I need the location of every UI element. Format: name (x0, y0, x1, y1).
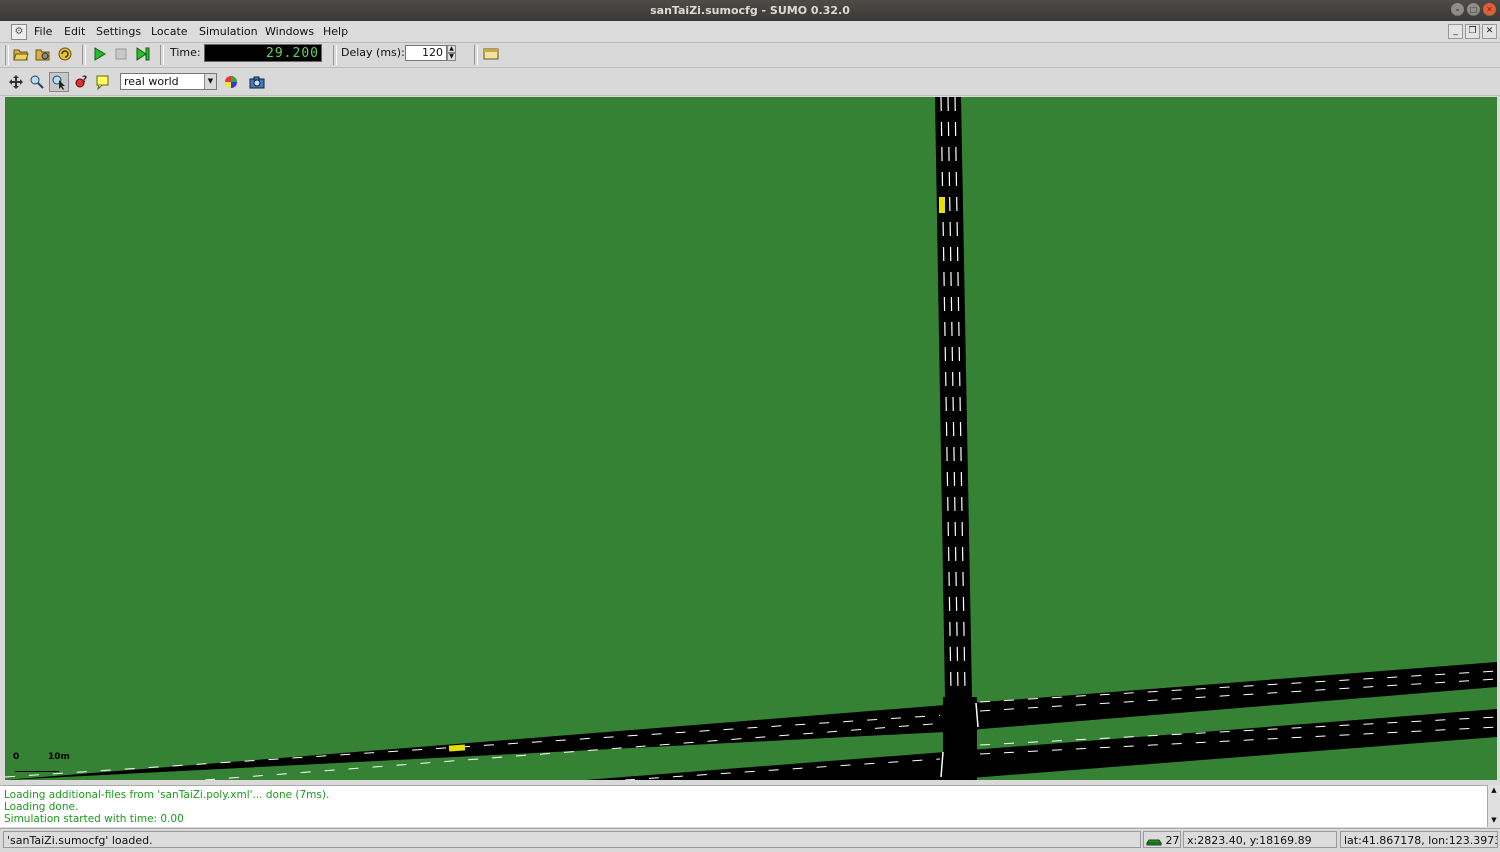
color-scheme-select[interactable]: real world ▼ (120, 73, 217, 90)
message-log: Loading additional-files from 'sanTaiZi.… (0, 785, 1488, 827)
spinner-down-icon[interactable]: ▼ (447, 53, 456, 61)
toolbar-separator (160, 45, 164, 65)
cursor-select-icon (52, 75, 65, 90)
run-button[interactable] (89, 44, 109, 64)
mdi-close-icon[interactable]: ✕ (1482, 24, 1497, 39)
vehicle-count-cell: 27 (1143, 831, 1181, 848)
toggle-tooltip-button[interactable] (93, 72, 113, 92)
car-icon (1146, 839, 1162, 846)
tooltip-icon (96, 75, 109, 90)
play-icon (94, 47, 106, 61)
simulation-canvas[interactable]: 0 10m (5, 97, 1497, 780)
mdi-restore-icon[interactable]: ❐ (1465, 24, 1480, 39)
delay-label: Delay (ms): (341, 46, 405, 59)
delay-input[interactable]: 120 (405, 45, 447, 61)
cursor-coordinates: x:2823.40, y:18169.89 (1183, 831, 1337, 848)
toolbar-separator (333, 45, 337, 65)
stop-icon (115, 48, 127, 60)
select-mode-button[interactable] (49, 72, 69, 92)
move-arrows-icon (9, 75, 23, 89)
spinner-up-icon[interactable]: ▲ (447, 45, 456, 53)
toolbar-separator (474, 45, 478, 65)
magnifier-icon (30, 75, 44, 89)
time-label: Time: (170, 46, 201, 59)
svg-text:?: ? (82, 75, 87, 85)
log-scrollbar[interactable]: ▲ ▼ (1487, 785, 1500, 827)
menu-bar: ⚙ File Edit Settings Locate Simulation W… (0, 21, 1500, 43)
cursor-geo-coordinates: lat:41.867178, lon:123.39734! (1340, 831, 1498, 848)
color-wheel-icon (225, 76, 237, 88)
log-line: Loading additional-files from 'sanTaiZi.… (4, 789, 330, 801)
time-display: 29.200 (204, 44, 322, 62)
close-window-icon[interactable]: ✕ (1483, 3, 1496, 16)
menu-help[interactable]: Help (323, 25, 348, 38)
road-network (5, 97, 1497, 780)
toolbar-separator (5, 45, 9, 65)
menu-edit[interactable]: Edit (64, 25, 85, 38)
view-toolbar: ? (0, 69, 1500, 96)
folder-open-icon (13, 49, 29, 61)
reload-icon (58, 47, 72, 61)
open-network-button[interactable] (33, 44, 53, 64)
vehicle[interactable] (448, 744, 466, 752)
scale-length-label: 10m (48, 752, 70, 762)
mdi-controls: _ ❐ ✕ (1448, 24, 1497, 39)
step-icon (136, 47, 150, 61)
window-title: sanTaiZi.sumocfg - SUMO 0.32.0 (650, 4, 850, 17)
locate-button[interactable]: ? (71, 72, 91, 92)
window-controls: – □ ✕ (1451, 3, 1496, 16)
open-simulation-button[interactable] (11, 44, 31, 64)
log-line: Simulation started with time: 0.00 (4, 813, 184, 825)
color-scheme-value: real world (124, 75, 179, 88)
scroll-up-icon[interactable]: ▲ (1488, 785, 1500, 795)
menu-simulation[interactable]: Simulation (199, 25, 258, 38)
stop-button[interactable] (111, 44, 131, 64)
toggle-delay-button[interactable] (481, 44, 501, 64)
edit-coloring-button[interactable] (221, 72, 241, 92)
vehicle[interactable] (939, 197, 945, 213)
recenter-view-button[interactable] (6, 72, 26, 92)
status-bar: 'sanTaiZi.sumocfg' loaded. 27 x:2823.40,… (0, 828, 1500, 852)
maximize-window-icon[interactable]: □ (1467, 3, 1480, 16)
menu-locate[interactable]: Locate (151, 25, 188, 38)
menu-file[interactable]: File (34, 25, 52, 38)
window-icon (483, 48, 499, 60)
delay-spinner[interactable]: ▲ ▼ (447, 45, 456, 61)
locate-icon: ? (75, 75, 87, 88)
reload-button[interactable] (55, 44, 75, 64)
menu-windows[interactable]: Windows (265, 25, 314, 38)
edit-viewport-button[interactable] (27, 72, 47, 92)
step-button[interactable] (133, 44, 153, 64)
toolbar-separator (82, 45, 86, 65)
log-line: Loading done. (4, 801, 79, 813)
mdi-minimize-icon[interactable]: _ (1448, 24, 1463, 39)
scroll-down-icon[interactable]: ▼ (1488, 815, 1500, 825)
vehicle-count: 27 (1165, 834, 1180, 847)
minimize-window-icon[interactable]: – (1451, 3, 1464, 16)
app-menu-icon[interactable]: ⚙ (11, 24, 27, 40)
menu-settings[interactable]: Settings (96, 25, 141, 38)
screenshot-button[interactable] (247, 72, 267, 92)
camera-icon (249, 76, 265, 89)
scale-bar (15, 771, 59, 772)
status-message: 'sanTaiZi.sumocfg' loaded. (3, 831, 1141, 848)
window-titlebar: sanTaiZi.sumocfg - SUMO 0.32.0 – □ ✕ (0, 0, 1500, 21)
scale-zero-label: 0 (13, 752, 20, 762)
chevron-down-icon[interactable]: ▼ (204, 74, 216, 89)
folder-network-icon (35, 49, 50, 61)
